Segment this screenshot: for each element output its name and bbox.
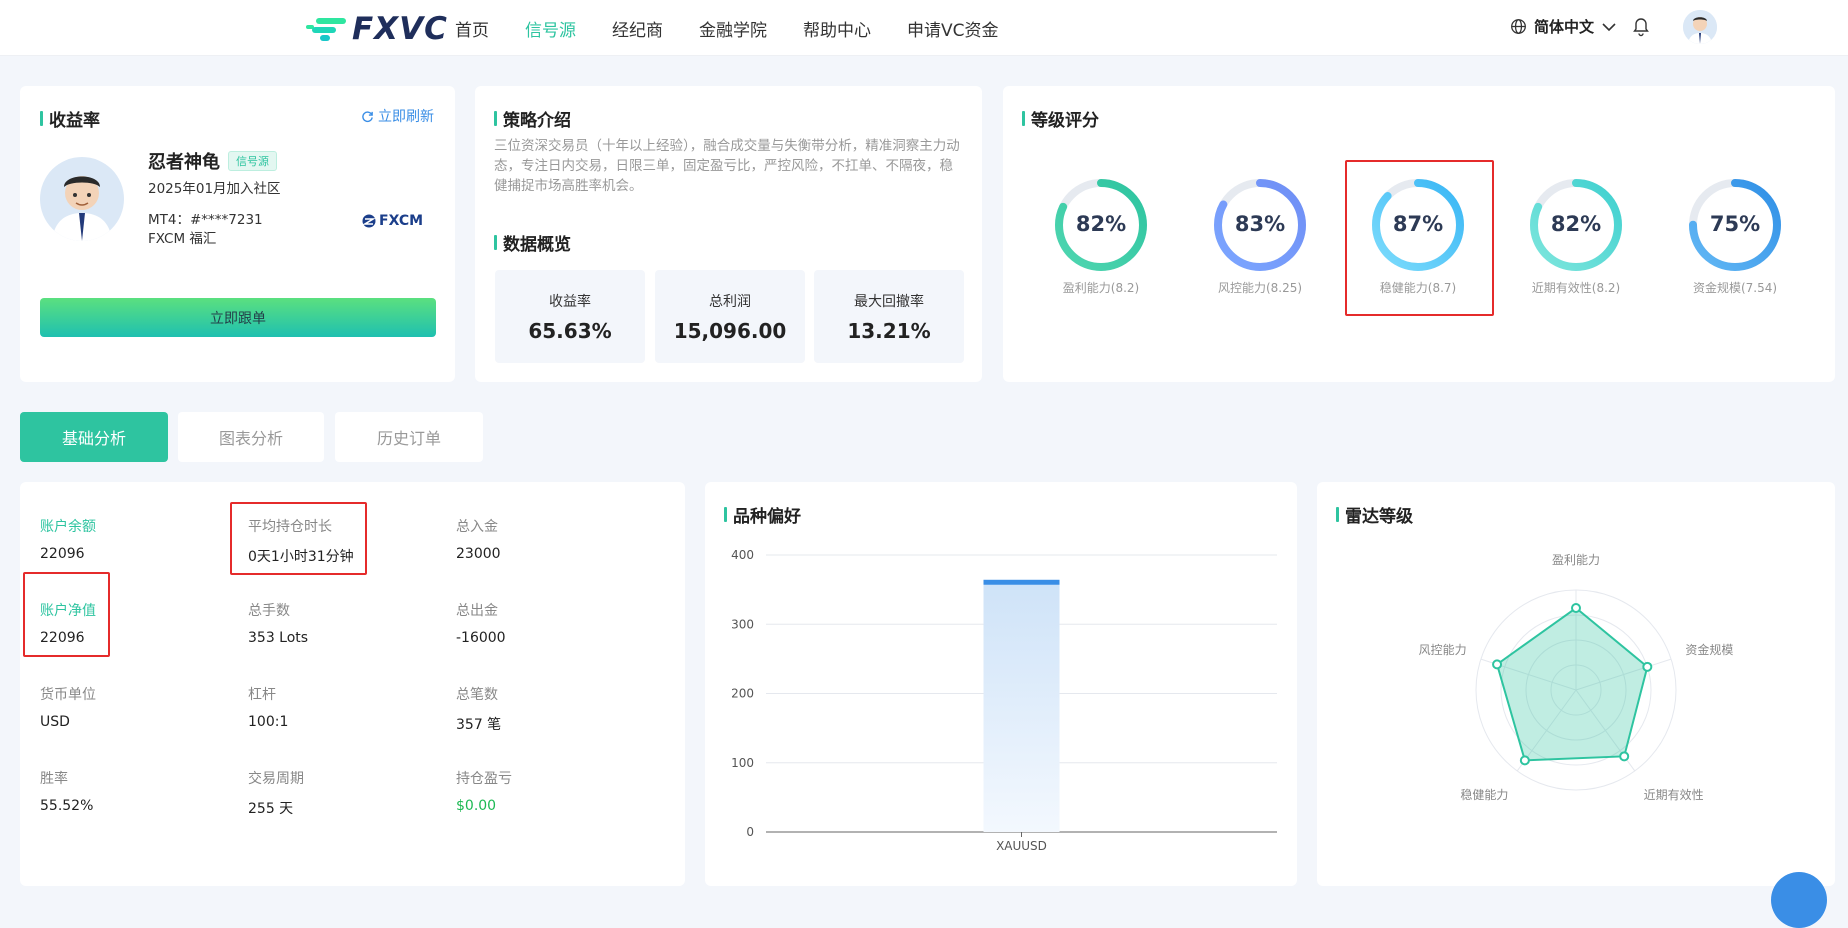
nav-apply-vc-funds[interactable]: 申请VC资金 (907, 16, 999, 41)
bar-XAUUSD (983, 584, 1060, 832)
broker-name: FXCM 福汇 (148, 231, 217, 247)
highlight-box-net-value (23, 572, 110, 657)
rating-ring-4: 75% 资金规模(7.54) (1665, 175, 1805, 296)
info-label: 总入金 (456, 519, 498, 535)
trader-name: 忍者神龟 (148, 152, 220, 173)
y-tick-label: 400 (731, 548, 754, 562)
rating-ring-3: 82% 近期有效性(8.2) (1506, 175, 1646, 296)
info-label: 杠杆 (248, 687, 276, 703)
info-value: -16000 (456, 630, 506, 646)
highlight-box-stability (1345, 160, 1494, 316)
nav-brokers[interactable]: 经纪商 (612, 16, 663, 41)
overview-title: 数据概览 (494, 230, 571, 255)
strategy-title: 策略介绍 (494, 106, 571, 131)
signal-source-badge: 信号源 (228, 151, 277, 171)
rating-title: 等级评分 (1022, 106, 1099, 131)
strategy-description: 三位资深交易员（十年以上经验），融合成交量与失衡带分析，精准洞察主力动态，专注日… (494, 138, 960, 194)
bar-cap-XAUUSD (983, 579, 1060, 585)
user-avatar[interactable] (1683, 10, 1717, 44)
fxcm-logo: FXCM (362, 213, 423, 229)
info-value: 100:1 (248, 714, 289, 730)
main-nav: 首页 信号源 经纪商 金融学院 帮助中心 申请VC资金 (455, 0, 999, 56)
info-label: 货币单位 (40, 687, 96, 703)
logo-text: FXVC (352, 11, 448, 47)
info-value: 22096 (40, 546, 85, 562)
ring-label: 盈利能力(8.2) (1062, 281, 1140, 295)
mt4-account: MT4：#****7231 (148, 212, 263, 228)
join-date: 2025年01月加入社区 (148, 181, 281, 197)
radar-axis-label: 资金规模 (1685, 642, 1733, 657)
rating-ring-0: 82% 盈利能力(8.2) (1031, 175, 1171, 296)
radar-axis-label: 近期有效性 (1644, 787, 1704, 802)
return-rate-title: 收益率 (40, 106, 100, 131)
language-label: 简体中文 (1534, 18, 1595, 36)
refresh-label: 立即刷新 (378, 109, 434, 125)
info-label: 账户余额 (40, 519, 96, 535)
ring-percentage: 83% (1234, 212, 1286, 236)
stat-max-drawdown: 最大回撤率 13.21% (814, 270, 964, 363)
radar-point (1492, 659, 1503, 670)
nav-signal-source[interactable]: 信号源 (525, 16, 576, 41)
info-label: 持仓盈亏 (456, 771, 512, 787)
y-tick-label: 0 (746, 825, 754, 839)
info-value: 23000 (456, 546, 501, 562)
radar-point (1519, 755, 1530, 766)
notification-bell-icon[interactable] (1633, 17, 1649, 41)
radar-axis-label: 风控能力 (1419, 643, 1467, 657)
refresh-button[interactable]: 立即刷新 (361, 106, 434, 126)
stat-return-rate: 收益率 65.63% (495, 270, 645, 363)
radar-point (1642, 661, 1653, 672)
globe-icon (1511, 19, 1526, 34)
ring-label: 风控能力(8.25) (1217, 281, 1303, 295)
logo-mark-icon (306, 18, 346, 41)
nav-help-center[interactable]: 帮助中心 (803, 16, 871, 41)
ring-label: 资金规模(7.54) (1692, 281, 1778, 295)
floating-chat-button[interactable] (1771, 872, 1827, 928)
rating-ring-1: 83% 风控能力(8.25) (1190, 175, 1330, 296)
nav-home[interactable]: 首页 (455, 16, 489, 41)
highlight-box-avg-hold (230, 502, 367, 575)
info-value: USD (40, 714, 70, 730)
language-selector[interactable]: 简体中文 (1510, 16, 1617, 37)
radar-chart: 盈利能力资金规模近期有效性 稳健能力 风控能力 (1419, 553, 1734, 802)
follow-button[interactable]: 立即跟单 (40, 298, 436, 337)
y-tick-label: 100 (731, 756, 754, 770)
ring-label: 近期有效性(8.2) (1531, 281, 1621, 295)
info-value: 357 笔 (456, 717, 502, 733)
tab-basic-analysis[interactable]: 基础分析 (20, 412, 168, 462)
tab-order-history[interactable]: 历史订单 (335, 412, 483, 462)
chevron-down-icon (1602, 22, 1616, 31)
tab-chart-analysis[interactable]: 图表分析 (178, 412, 324, 462)
fxvc-logo[interactable]: FXVC (306, 9, 448, 49)
y-tick-label: 300 (731, 617, 754, 631)
info-value: 55.52% (40, 798, 94, 814)
info-value: $0.00 (456, 798, 497, 814)
info-value: 255 天 (248, 801, 294, 817)
nav-finance-academy[interactable]: 金融学院 (699, 16, 767, 41)
preference-title: 品种偏好 (724, 502, 801, 527)
radar-point (1571, 603, 1581, 613)
y-tick-label: 200 (731, 687, 754, 701)
radar-point (1619, 751, 1630, 762)
radar-axis-label: 稳健能力 (1460, 787, 1508, 802)
trader-avatar (40, 157, 124, 241)
radar-title: 雷达等级 (1336, 502, 1413, 527)
info-label: 总出金 (456, 603, 498, 619)
refresh-icon (362, 110, 373, 122)
info-label: 总笔数 (456, 687, 498, 703)
ring-percentage: 82% (1075, 212, 1127, 236)
fxcm-mark-icon (362, 214, 376, 228)
radar-area (1495, 606, 1649, 762)
info-label: 胜率 (40, 771, 68, 787)
stat-total-profit: 总利润 15,096.00 (655, 270, 805, 363)
info-label: 交易周期 (248, 771, 304, 787)
ring-percentage: 82% (1550, 212, 1602, 236)
info-label: 总手数 (248, 603, 290, 619)
x-tick-label: XAUUSD (996, 839, 1047, 853)
radar-axis-label: 盈利能力 (1552, 553, 1600, 567)
preference-bar-chart: 0 100 200 300 400 XAUUSD (731, 548, 1277, 853)
ring-percentage: 75% (1709, 212, 1761, 236)
info-value: 353 Lots (248, 630, 309, 646)
